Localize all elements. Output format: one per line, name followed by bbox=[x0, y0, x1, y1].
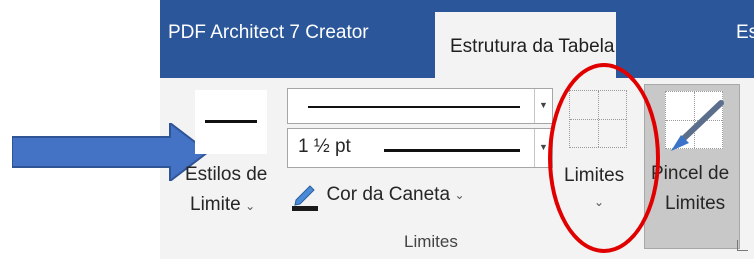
brush-icon bbox=[671, 100, 724, 151]
tab-esc[interactable]: Esc bbox=[736, 22, 754, 44]
pen-icon bbox=[292, 185, 318, 211]
pen-color-label: Cor da Caneta bbox=[326, 184, 451, 205]
dialog-launcher-icon[interactable] bbox=[737, 240, 748, 251]
line-weight-select[interactable]: 1 ½ pt ▼ bbox=[287, 128, 553, 168]
border-styles-button[interactable]: Limite ⌄ bbox=[190, 194, 255, 216]
border-styles-label-2: Limite bbox=[190, 194, 241, 215]
annotation-arrow bbox=[12, 123, 208, 181]
line-style-preview bbox=[308, 106, 520, 108]
ribbon-tab-bar: PDF Architect 7 Creator Estrutura da Tab… bbox=[160, 0, 754, 78]
chevron-down-icon: ⌄ bbox=[454, 188, 465, 202]
border-styles-label[interactable]: Estilos de bbox=[185, 164, 267, 186]
pen-color-button[interactable]: Cor da Caneta ⌄ bbox=[290, 180, 465, 212]
tab-pdf-architect[interactable]: PDF Architect 7 Creator bbox=[168, 22, 369, 44]
chevron-down-icon: ⌄ bbox=[245, 199, 256, 213]
line-weight-value: 1 ½ pt bbox=[298, 136, 351, 157]
line-style-select[interactable]: ▼ bbox=[287, 88, 553, 124]
line-weight-preview bbox=[384, 149, 520, 152]
group-label-limites: Limites bbox=[404, 232, 458, 251]
annotation-ellipse bbox=[548, 63, 660, 253]
border-painter-label-2: Limites bbox=[665, 193, 726, 214]
border-painter-label-1: Pincel de bbox=[651, 163, 730, 184]
border-styles-swatch[interactable] bbox=[195, 90, 267, 154]
chevron-down-icon[interactable]: ▼ bbox=[534, 89, 552, 123]
